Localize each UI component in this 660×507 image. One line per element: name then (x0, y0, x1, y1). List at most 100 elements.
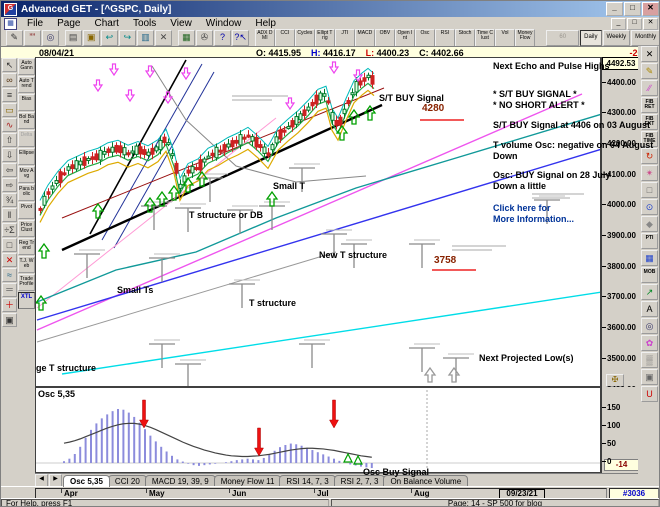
delete-tool-icon[interactable]: ✕ (641, 46, 658, 62)
study-button-time-clust[interactable]: Time Clust (475, 29, 495, 47)
study-ellipse[interactable]: Ellipse (18, 148, 35, 165)
study-auto-gann[interactable]: Auto Gann (18, 58, 35, 75)
open-page-icon[interactable]: ▣ (83, 30, 100, 46)
study-trade-profile[interactable]: Trade Profile (18, 274, 35, 291)
study-button-cci[interactable]: CCI (275, 29, 295, 47)
next-page-icon[interactable]: ↪ (119, 30, 136, 46)
study-reg-trend[interactable]: Reg Trend (18, 238, 35, 255)
trendline-tool-icon[interactable]: ∕∕ (641, 80, 658, 96)
study-xtl[interactable]: XTL (18, 292, 35, 309)
search-icon[interactable]: ◎ (42, 30, 59, 46)
gann-wheel-icon[interactable]: ↻ (641, 148, 658, 164)
remove-lines-icon[interactable]: ✕ (2, 253, 17, 267)
study-para-bolic[interactable]: Para bolic (18, 184, 35, 201)
report-icon[interactable]: ↗ (641, 284, 658, 300)
oscillator-axis[interactable]: -14 150100500 (601, 387, 639, 473)
fib-extension-button[interactable]: FIB EXT (641, 114, 658, 130)
study-delta[interactable]: Delta (18, 130, 35, 147)
expansion-icon[interactable]: ◆ (641, 216, 658, 232)
study-button-ellipt-trig[interactable]: Ellipt Trig (315, 29, 335, 47)
study-pivot[interactable]: Pivot (18, 202, 35, 219)
quotes-icon[interactable]: ”” (24, 30, 41, 46)
eraser-icon[interactable]: ▭ (2, 103, 17, 117)
scroll-down-icon[interactable]: ⇩ (2, 148, 17, 162)
close-button[interactable]: ✕ (642, 2, 659, 16)
ellipse-tool-icon[interactable]: ⊙ (641, 199, 658, 215)
binoculars-icon[interactable]: ∞ (2, 73, 17, 87)
timeframe-weekly[interactable]: Weekly (603, 30, 631, 46)
crosshair-icon[interactable]: ＋ (2, 298, 17, 312)
timeframe-60-minute[interactable]: 60 Minute (546, 30, 579, 46)
study-bias[interactable]: Bias (18, 94, 35, 111)
menu-view[interactable]: View (163, 18, 199, 29)
new-page-icon[interactable]: ▤ (65, 30, 82, 46)
study-button-osc[interactable]: Osc (415, 29, 435, 47)
mob-button[interactable]: MOB (641, 267, 658, 283)
mdi-restore-button[interactable]: □ (627, 18, 642, 30)
zoom-tool-icon[interactable]: ◎ (641, 318, 658, 334)
timeframe-daily[interactable]: Daily (580, 30, 601, 46)
quick-study-icon[interactable]: ≡ (2, 88, 17, 102)
study-mov-avg[interactable]: Mov Avg (18, 166, 35, 183)
menu-tools[interactable]: Tools (126, 18, 163, 29)
fib-retrace-button[interactable]: FIB RET (641, 97, 658, 113)
study-price-clust[interactable]: Price Clust (18, 220, 35, 237)
formula-icon[interactable]: ÷Σ (2, 223, 17, 237)
menu-page[interactable]: Page (50, 18, 87, 29)
mdi-close-button[interactable]: ✕ (643, 18, 658, 30)
study-button-rsi[interactable]: RSI (435, 29, 455, 47)
copy-page-icon[interactable]: ▥ (137, 30, 154, 46)
menu-chart[interactable]: Chart (87, 18, 125, 29)
undo-button[interactable]: U (641, 386, 658, 402)
scroll-right-icon[interactable]: ⇨ (2, 178, 17, 192)
menu-help[interactable]: Help (248, 18, 283, 29)
menu-file[interactable]: File (20, 18, 50, 29)
pti-button[interactable]: PTI (641, 233, 658, 249)
context-help-icon[interactable]: ?↖ (232, 30, 249, 46)
properties-icon[interactable]: ▣ (2, 313, 17, 327)
oscillator-panel[interactable] (35, 387, 601, 473)
box-tool-icon[interactable]: □ (641, 182, 658, 198)
timeframe-monthly[interactable]: Monthly (631, 30, 660, 46)
prev-page-icon[interactable]: ↩ (101, 30, 118, 46)
study-button-money-flow[interactable]: Money Flow (515, 29, 535, 47)
price-axis[interactable]: 4492.53 ✠ 4400.004300.004200.004100.0040… (601, 57, 639, 387)
text-tool-icon[interactable]: A (641, 301, 658, 317)
elliott-wave-icon[interactable]: ∿ (2, 118, 17, 132)
study-button-macd[interactable]: MACD (355, 29, 375, 47)
fib-time-button[interactable]: FIB TIME (641, 131, 658, 147)
colors-icon[interactable]: ✿ (641, 335, 658, 351)
help-icon[interactable]: ? (214, 30, 231, 46)
scroll-up-icon[interactable]: ⇧ (2, 133, 17, 147)
chart-window-icon[interactable]: ▦ (4, 18, 17, 30)
scroll-left-icon[interactable]: ⇦ (2, 163, 17, 177)
trendline-set-icon[interactable]: ＝ (2, 283, 17, 297)
minimize-button[interactable]: _ (606, 2, 623, 16)
study-button-stoch[interactable]: Stoch (455, 29, 475, 47)
bar-spacing-icon[interactable]: ‖ (2, 208, 17, 222)
pencil-tool-icon[interactable]: ✎ (641, 63, 658, 79)
waves-icon[interactable]: ≈ (2, 268, 17, 282)
tab-osc-5-35[interactable]: Osc 5,35 (63, 475, 110, 487)
select-pointer-icon[interactable]: ↖ (2, 58, 17, 72)
price-chart-panel[interactable]: 42803758 (35, 57, 601, 387)
study-auto-trend[interactable]: Auto Trend (18, 76, 35, 93)
fan-lines-icon[interactable]: ✴ (641, 165, 658, 181)
menu-window[interactable]: Window (199, 18, 249, 29)
study-button-vol[interactable]: Vol (495, 29, 515, 47)
study-t-j-web[interactable]: T.J. Web (18, 256, 35, 273)
study-bol-band[interactable]: Bol Band (18, 112, 35, 129)
copy-tool-icon[interactable]: ▣ (641, 369, 658, 385)
bar-ratio-icon[interactable]: ¾ (2, 193, 17, 207)
study-button-jti[interactable]: JTI (335, 29, 355, 47)
study-button-obv[interactable]: OBV (375, 29, 395, 47)
maximize-button[interactable]: □ (624, 2, 641, 16)
print-icon[interactable]: ✇ (196, 30, 213, 46)
delete-page-icon[interactable]: ✕ (155, 30, 172, 46)
snap-grid-icon[interactable]: ▒ (641, 352, 658, 368)
box-select-icon[interactable]: □ (2, 238, 17, 252)
pin-icon[interactable]: ✎ (6, 30, 23, 46)
study-button-open-int[interactable]: Open Int (395, 29, 415, 47)
study-button-adx-dmi[interactable]: ADX DMI (255, 29, 275, 47)
table-icon[interactable]: ▦ (641, 250, 658, 266)
